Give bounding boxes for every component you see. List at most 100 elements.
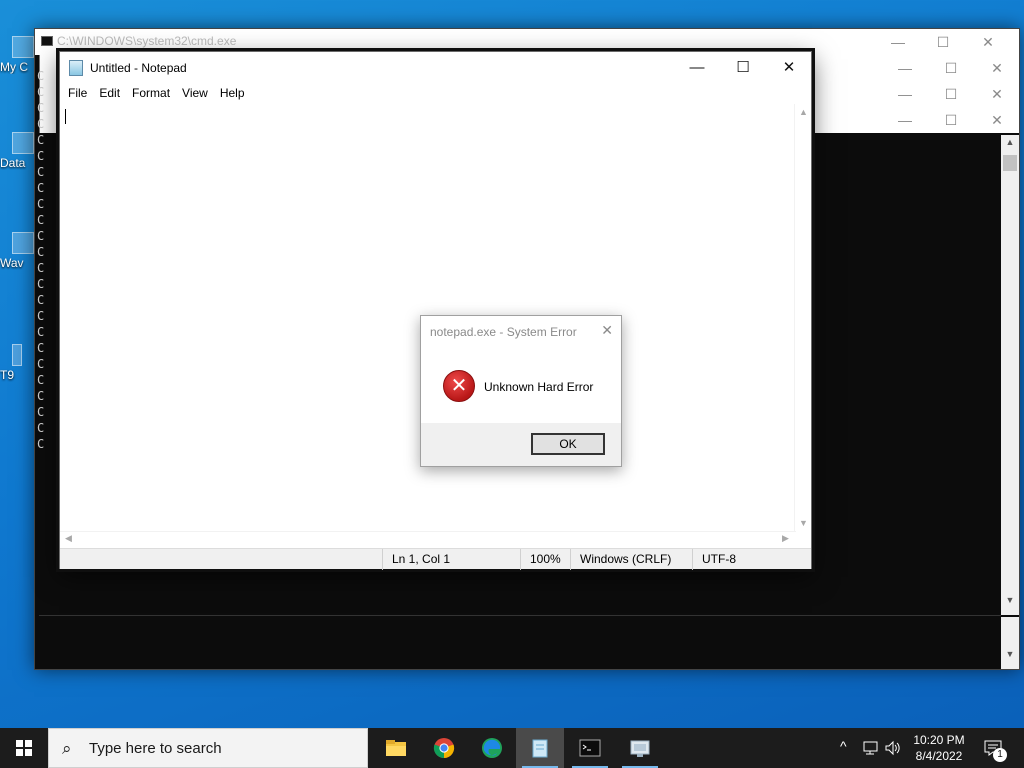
- desktop-icon-data[interactable]: Data: [0, 132, 36, 170]
- maximize-button[interactable]: ☐: [928, 81, 974, 107]
- clock-date: 8/4/2022: [915, 749, 963, 763]
- start-button[interactable]: [0, 728, 48, 768]
- console-line: C: [37, 149, 45, 163]
- desktop-icon-label: Data: [0, 156, 26, 170]
- console-title: C:\WINDOWS\system32\cmd.exe: [57, 34, 237, 48]
- search-icon: ⌕: [62, 739, 72, 758]
- error-window-icon: [630, 740, 650, 757]
- desktop-icon-my-computer[interactable]: My C: [0, 36, 36, 74]
- ok-button[interactable]: OK: [531, 433, 605, 455]
- minimize-button[interactable]: —: [882, 81, 928, 107]
- scroll-right-arrow-icon[interactable]: ▶: [782, 533, 789, 544]
- console-line: C: [37, 405, 45, 419]
- console-line: C: [37, 245, 45, 259]
- console-line: C: [37, 117, 45, 131]
- desktop-icon-t9[interactable]: T9: [0, 344, 36, 382]
- folder-icon: [386, 740, 406, 756]
- close-button[interactable]: ✕: [974, 107, 1020, 133]
- taskbar-search-box[interactable]: ⌕ Type here to search: [48, 728, 368, 768]
- chrome-icon: [433, 738, 455, 759]
- maximize-button[interactable]: ☐: [928, 107, 974, 133]
- close-button[interactable]: ✕: [766, 52, 812, 84]
- desktop-icon-wav[interactable]: Wav: [0, 232, 36, 270]
- console-line: C: [37, 261, 45, 275]
- console-line: C: [37, 389, 45, 403]
- action-center-button[interactable]: 1: [980, 728, 1020, 768]
- scroll-thumb[interactable]: [1003, 155, 1017, 171]
- notification-count-badge: 1: [993, 748, 1007, 762]
- horizontal-scrollbar[interactable]: ◀ ▶: [60, 531, 796, 548]
- taskbar-notepad[interactable]: [516, 728, 564, 768]
- taskbar-chrome[interactable]: [420, 728, 468, 768]
- console-line: C: [37, 165, 45, 179]
- desktop-icon-label: My C: [0, 60, 28, 74]
- maximize-button[interactable]: ☐: [928, 55, 974, 81]
- console-scrollbar-lower[interactable]: ▼: [1001, 617, 1019, 669]
- minimize-button[interactable]: —: [875, 29, 921, 55]
- taskbar-clock[interactable]: 10:20 PM 8/4/2022: [906, 732, 972, 764]
- console-line: C: [37, 437, 45, 451]
- edge-icon: [482, 738, 502, 758]
- close-button[interactable]: ✕: [974, 55, 1020, 81]
- dialog-message: Unknown Hard Error: [484, 380, 594, 394]
- scroll-down-arrow-icon[interactable]: ▼: [1003, 595, 1017, 613]
- maximize-button[interactable]: ☐: [920, 29, 966, 55]
- status-zoom: 100%: [520, 549, 570, 570]
- taskbar-command-prompt[interactable]: [566, 728, 614, 768]
- console-line: C: [37, 85, 45, 99]
- computer-icon: [12, 36, 34, 58]
- console-line: C: [37, 133, 45, 147]
- taskbar-edge[interactable]: [468, 728, 516, 768]
- close-button[interactable]: ✕: [974, 81, 1020, 107]
- console-scrollbar[interactable]: ▲ ▼: [1001, 135, 1019, 615]
- minimize-button[interactable]: —: [674, 52, 720, 84]
- menu-bar: File Edit Format View Help: [60, 84, 811, 104]
- scroll-down-arrow-icon[interactable]: ▼: [1003, 649, 1017, 667]
- menu-help[interactable]: Help: [214, 84, 251, 104]
- console-line: C: [37, 277, 45, 291]
- terminal-icon: [579, 739, 601, 757]
- scroll-left-arrow-icon[interactable]: ◀: [65, 533, 72, 544]
- error-icon: ✕: [443, 370, 475, 402]
- taskbar-system-error[interactable]: [616, 728, 664, 768]
- text-caret: [65, 109, 66, 124]
- status-line-ending: Windows (CRLF): [570, 549, 692, 570]
- minimize-button[interactable]: —: [882, 107, 928, 133]
- vertical-scrollbar[interactable]: ▲ ▼: [794, 104, 811, 531]
- taskbar: ⌕ Type here to search ^ 10:20 PM 8/4/202…: [0, 728, 1024, 768]
- console-line: C: [37, 325, 45, 339]
- menu-view[interactable]: View: [176, 84, 214, 104]
- show-hidden-icons-button[interactable]: ^: [840, 738, 847, 768]
- status-bar: Ln 1, Col 1 100% Windows (CRLF) UTF-8: [60, 548, 811, 570]
- volume-icon[interactable]: [884, 739, 902, 757]
- notepad-window[interactable]: Untitled - Notepad — ☐ ✕ File Edit Forma…: [59, 51, 812, 570]
- scroll-up-arrow-icon[interactable]: ▲: [795, 107, 812, 117]
- menu-edit[interactable]: Edit: [93, 84, 126, 104]
- console-line: C: [37, 101, 45, 115]
- scroll-down-arrow-icon[interactable]: ▼: [795, 518, 812, 528]
- windows-logo-icon: [16, 740, 32, 756]
- notepad-icon: [69, 60, 83, 76]
- close-button[interactable]: ✕: [965, 29, 1011, 55]
- console-line: C: [37, 341, 45, 355]
- dialog-title: notepad.exe - System Error: [430, 325, 577, 339]
- dialog-footer: OK: [421, 423, 621, 466]
- minimize-button[interactable]: —: [882, 55, 928, 81]
- search-placeholder: Type here to search: [89, 740, 222, 757]
- shortcut-icon: [12, 232, 34, 254]
- console-line: C: [37, 373, 45, 387]
- desktop-icon-label: Wav: [0, 256, 24, 270]
- system-error-dialog[interactable]: notepad.exe - System Error ✕ ✕ Unknown H…: [420, 315, 622, 467]
- network-icon[interactable]: [862, 739, 880, 757]
- dialog-close-button[interactable]: ✕: [601, 322, 613, 339]
- maximize-button[interactable]: ☐: [720, 52, 766, 84]
- console-line: C: [37, 357, 45, 371]
- console-line: C: [37, 229, 45, 243]
- clock-time: 10:20 PM: [913, 733, 965, 747]
- notepad-titlebar[interactable]: Untitled - Notepad — ☐ ✕: [60, 52, 811, 84]
- taskbar-file-explorer[interactable]: [372, 728, 420, 768]
- file-icon: [12, 344, 22, 366]
- scroll-up-arrow-icon[interactable]: ▲: [1003, 137, 1017, 155]
- menu-format[interactable]: Format: [126, 84, 176, 104]
- menu-file[interactable]: File: [62, 84, 93, 104]
